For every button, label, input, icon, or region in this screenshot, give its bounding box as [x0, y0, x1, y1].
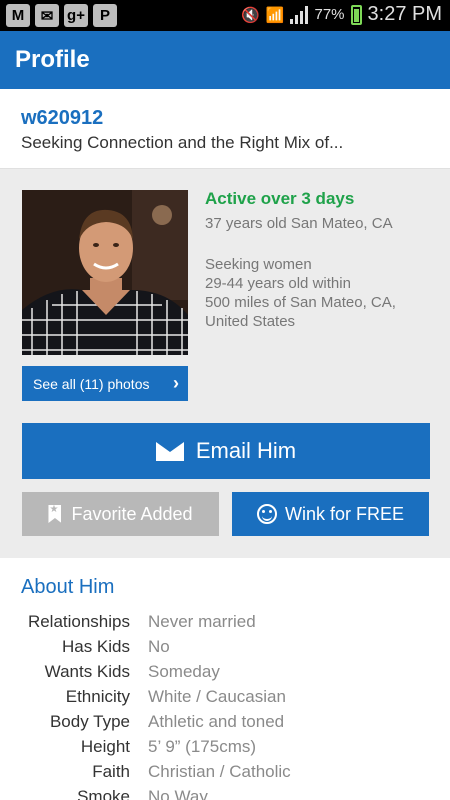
detail-value: No	[148, 637, 170, 656]
detail-label: Faith	[92, 762, 130, 781]
detail-row: Smoke No Way	[0, 787, 450, 800]
age-location: 37 years old San Mateo, CA	[205, 215, 393, 232]
signal-icon	[290, 5, 309, 24]
detail-label: Wants Kids	[44, 662, 130, 681]
detail-label: Body Type	[49, 712, 130, 731]
detail-row: Ethnicity White / Caucasian	[0, 687, 450, 712]
detail-label: Smoke	[77, 787, 130, 800]
wifi-icon: 📶	[265, 6, 285, 24]
detail-row: Wants Kids Someday	[0, 662, 450, 687]
wink-button[interactable]: Wink for FREE	[232, 492, 429, 536]
detail-row: Faith Christian / Catholic	[0, 762, 450, 787]
detail-value: Never married	[148, 612, 256, 631]
about-section: About Him Relationships Never married Ha…	[0, 558, 450, 800]
detail-row: Relationships Never married	[0, 612, 450, 637]
smiley-icon	[256, 504, 277, 524]
status-bar: M ✉ g+ P 🔇 📶 77% 3:27 PM	[0, 0, 450, 31]
seeking-line: 29-44 years old within	[205, 275, 351, 292]
seeking-line: United States	[205, 313, 296, 330]
google-plus-icon: g+	[64, 4, 88, 27]
envelope-icon	[155, 441, 184, 461]
detail-value: Christian / Catholic	[148, 762, 291, 781]
email-him-label: Email Him	[195, 438, 297, 463]
wink-label: Wink for FREE	[284, 503, 404, 524]
gmail-icon: M	[6, 4, 30, 27]
profile-summary: See all (11) photos › Active over 3 days…	[0, 169, 450, 558]
profile-photo[interactable]	[22, 190, 188, 355]
favorite-label: Favorite Added	[71, 503, 193, 524]
system-indicators: 🔇 📶 77% 3:27 PM	[241, 3, 442, 26]
see-all-photos-button[interactable]: See all (11) photos ›	[22, 366, 188, 401]
bookmark-icon	[48, 505, 62, 523]
seeking-line: Seeking women	[205, 256, 312, 273]
profile-headline[interactable]: Seeking Connection and the Right Mix of.…	[21, 133, 343, 153]
seeking-criteria: Seeking women 29-44 years old within 500…	[205, 255, 396, 331]
notification-icons: M ✉ g+ P	[6, 4, 117, 27]
clock: 3:27 PM	[367, 3, 442, 25]
about-title: About Him	[21, 576, 115, 598]
pinterest-icon: P	[93, 4, 117, 27]
chevron-right-icon: ›	[173, 373, 179, 393]
detail-label: Has Kids	[61, 637, 130, 656]
detail-value: No Way	[148, 787, 208, 800]
seeking-line: 500 miles of San Mateo, CA,	[205, 294, 396, 311]
detail-row: Has Kids No	[0, 637, 450, 662]
page-title: Profile	[15, 46, 90, 73]
app-bar: Profile	[0, 31, 450, 89]
detail-value: Someday	[148, 662, 220, 681]
profile-header: w620912 Seeking Connection and the Right…	[0, 89, 450, 169]
favorite-button[interactable]: Favorite Added	[22, 492, 219, 536]
detail-label: Relationships	[27, 612, 130, 631]
activity-status: Active over 3 days	[205, 189, 355, 208]
detail-value: 5’ 9” (175cms)	[148, 737, 257, 756]
voicemail-icon: ✉	[35, 4, 59, 27]
detail-label: Height	[80, 737, 130, 756]
detail-value: Athletic and toned	[148, 712, 285, 731]
email-him-button[interactable]: Email Him	[22, 423, 430, 479]
detail-label: Ethnicity	[65, 687, 130, 706]
battery-icon	[350, 4, 362, 25]
detail-row: Body Type Athletic and toned	[0, 712, 450, 737]
username: w620912	[21, 107, 104, 129]
battery-percent: 77%	[314, 6, 345, 23]
mute-icon: 🔇	[241, 6, 260, 24]
detail-value: White / Caucasian	[148, 687, 286, 706]
see-all-photos-label: See all (11) photos	[33, 375, 150, 392]
detail-row: Height 5’ 9” (175cms)	[0, 737, 450, 762]
